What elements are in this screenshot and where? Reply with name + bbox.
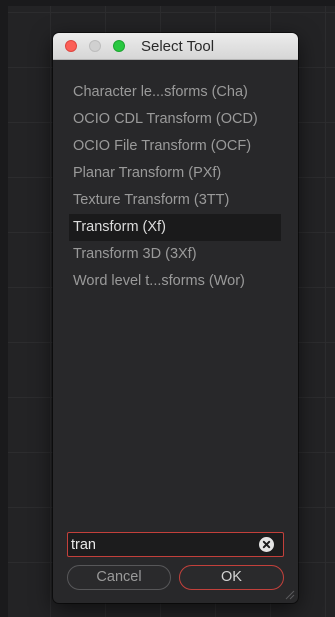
- list-item[interactable]: Character le...sforms (Cha): [69, 79, 281, 106]
- list-item[interactable]: Planar Transform (PXf): [69, 160, 281, 187]
- zoom-window-button[interactable]: [113, 40, 125, 52]
- title-bar[interactable]: Select Tool: [53, 33, 298, 60]
- close-window-button[interactable]: [65, 40, 77, 52]
- list-item[interactable]: Word level t...sforms (Wor): [69, 268, 281, 295]
- search-input[interactable]: [71, 536, 251, 554]
- dialog-title: Select Tool: [141, 38, 215, 55]
- select-tool-dialog: Select Tool Character le...sforms (Cha) …: [53, 33, 298, 603]
- list-item[interactable]: Texture Transform (3TT): [69, 187, 281, 214]
- ok-button[interactable]: OK: [179, 565, 284, 590]
- list-item-selected[interactable]: Transform (Xf): [69, 214, 281, 241]
- minimize-window-button[interactable]: [89, 40, 101, 52]
- canvas-edge-top: [0, 0, 335, 6]
- list-item[interactable]: Transform 3D (3Xf): [69, 241, 281, 268]
- list-item[interactable]: OCIO CDL Transform (OCD): [69, 106, 281, 133]
- canvas-edge: [0, 0, 8, 617]
- cancel-button[interactable]: Cancel: [67, 565, 171, 590]
- list-item[interactable]: OCIO File Transform (OCF): [69, 133, 281, 160]
- search-field[interactable]: [67, 532, 284, 557]
- clear-icon[interactable]: [259, 537, 274, 552]
- tool-list: Character le...sforms (Cha) OCIO CDL Tra…: [69, 79, 281, 295]
- resize-grip-icon[interactable]: [283, 588, 295, 600]
